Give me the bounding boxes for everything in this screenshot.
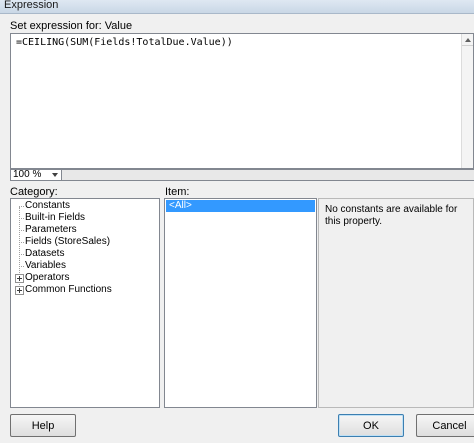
scroll-up-icon[interactable] [462, 34, 473, 46]
category-label: Category: [10, 186, 58, 198]
description-panel: No constants are available for this prop… [318, 198, 474, 408]
category-tree[interactable]: Constants Built-in Fields Parameters Fie… [10, 198, 160, 408]
help-button[interactable]: Help [10, 414, 76, 437]
expression-dialog: Expression Set expression for: Value =CE… [0, 0, 474, 443]
tree-connector [19, 230, 24, 231]
category-item-variables[interactable]: Variables [25, 260, 66, 272]
tree-connector [19, 266, 24, 267]
zoom-value: 100 % [13, 169, 42, 180]
expression-vertical-scrollbar[interactable] [461, 34, 473, 168]
chevron-down-icon[interactable] [50, 172, 60, 179]
ok-button[interactable]: OK [338, 414, 404, 437]
category-item-built-in-fields[interactable]: Built-in Fields [25, 212, 85, 224]
expression-horizontal-scrollbar[interactable] [62, 169, 474, 181]
tree-connector [19, 242, 24, 243]
expression-text[interactable]: =CEILING(SUM(Fields!TotalDue.Value)) [16, 37, 233, 48]
zoom-select[interactable]: 100 % [10, 169, 62, 181]
category-item-constants[interactable]: Constants [25, 200, 70, 212]
category-item-fields[interactable]: Fields (StoreSales) [25, 236, 110, 248]
item-label: Item: [165, 186, 190, 198]
expand-plus-icon[interactable] [15, 274, 24, 283]
title-bar[interactable]: Expression [0, 0, 474, 14]
tree-connector [19, 218, 24, 219]
window-title: Expression [4, 0, 59, 11]
expression-label: Set expression for: Value [10, 20, 133, 32]
item-all[interactable]: <All> [166, 200, 315, 212]
description-text: No constants are available for this prop… [325, 204, 458, 227]
category-item-parameters[interactable]: Parameters [25, 224, 77, 236]
category-item-common-functions[interactable]: Common Functions [25, 284, 112, 296]
category-item-datasets[interactable]: Datasets [25, 248, 64, 260]
tree-connector [19, 254, 24, 255]
item-list[interactable]: <All> [164, 198, 317, 408]
cancel-button[interactable]: Cancel [416, 414, 474, 437]
tree-connector [19, 206, 24, 207]
category-item-operators[interactable]: Operators [25, 272, 69, 284]
expression-editor[interactable]: =CEILING(SUM(Fields!TotalDue.Value)) [10, 33, 474, 169]
expand-plus-icon[interactable] [15, 286, 24, 295]
